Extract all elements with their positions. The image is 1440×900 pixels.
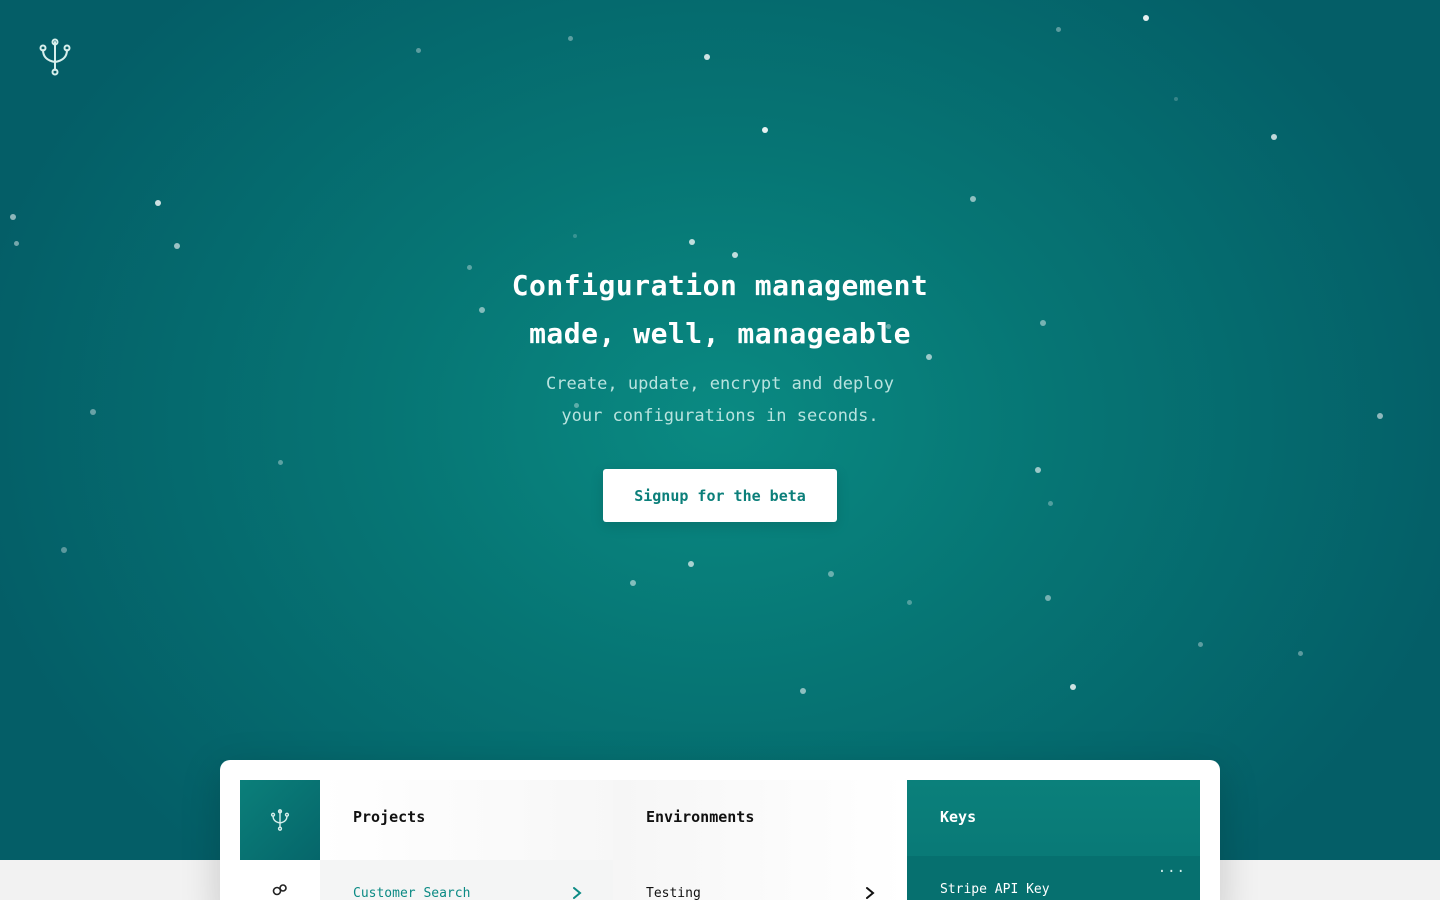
app-sidebar-logo-tile[interactable] — [240, 780, 320, 860]
star-dot — [689, 239, 695, 245]
star-dot — [1070, 684, 1076, 690]
star-dot — [155, 200, 161, 206]
star-dot — [1197, 641, 1203, 647]
star-dot — [1143, 15, 1149, 21]
key-item-label: Stripe API Key — [940, 882, 1050, 897]
star-dot — [1174, 97, 1178, 101]
star-dot — [1297, 650, 1303, 656]
hero-headline: Configuration management made, well, man… — [420, 262, 1020, 358]
star-dot — [277, 459, 283, 465]
star-dot — [1271, 134, 1277, 140]
project-item-label: Customer Search — [353, 886, 471, 900]
headline-line-1: Configuration management — [511, 269, 929, 302]
app-sidebar — [240, 780, 320, 900]
star-dot — [1377, 413, 1383, 419]
star-dot — [630, 580, 636, 586]
keys-title: Keys — [940, 808, 977, 826]
star-dot — [13, 240, 19, 246]
star-dot — [61, 547, 67, 553]
more-dots-icon[interactable]: ··· — [1158, 864, 1186, 880]
star-dot — [970, 196, 976, 202]
star-dot — [573, 234, 577, 238]
projects-column: Projects Customer Search — [320, 780, 613, 900]
environments-title: Environments — [646, 808, 755, 826]
star-dot — [732, 252, 738, 258]
star-dot — [174, 243, 180, 249]
star-dot — [1047, 500, 1053, 506]
key-item-stripe-api-key[interactable]: ··· Stripe API Key — [907, 856, 1200, 900]
keys-column: Keys ··· Stripe API Key — [907, 780, 1200, 900]
star-dot — [10, 214, 16, 220]
chevron-right-icon — [573, 887, 582, 899]
star-dot — [1040, 320, 1046, 326]
environments-column: Environments Testing — [613, 780, 906, 900]
star-dot — [762, 127, 768, 133]
star-dot — [800, 688, 806, 694]
star-dot — [688, 561, 694, 567]
environment-item-label: Testing — [646, 886, 701, 900]
star-dot — [906, 599, 912, 605]
chevron-right-icon — [866, 887, 875, 899]
star-dot — [828, 571, 834, 577]
star-dot — [1035, 467, 1041, 473]
star-dot — [567, 35, 573, 41]
hero-subheading: Create, update, encrypt and deploy your … — [420, 368, 1020, 432]
infinity-icon[interactable] — [271, 883, 289, 897]
app-preview-card: Projects Customer Search Environments Te… — [220, 760, 1220, 900]
environment-item-testing[interactable]: Testing — [613, 860, 906, 900]
star-dot — [415, 47, 421, 53]
headline-line-2: made, well, manageable — [529, 317, 911, 350]
fork-logo-icon[interactable] — [38, 38, 72, 76]
star-dot — [90, 409, 96, 415]
signup-beta-button[interactable]: Signup for the beta — [603, 469, 837, 522]
star-dot — [1055, 26, 1061, 32]
hero-section: Configuration management made, well, man… — [0, 0, 1440, 860]
fork-logo-icon — [270, 809, 290, 831]
star-dot — [1045, 595, 1051, 601]
project-item-customer-search[interactable]: Customer Search — [320, 860, 613, 900]
subheading-line-2: your configurations in seconds. — [561, 406, 879, 426]
projects-title: Projects — [353, 808, 426, 826]
subheading-line-1: Create, update, encrypt and deploy — [546, 374, 894, 394]
star-dot — [704, 54, 710, 60]
